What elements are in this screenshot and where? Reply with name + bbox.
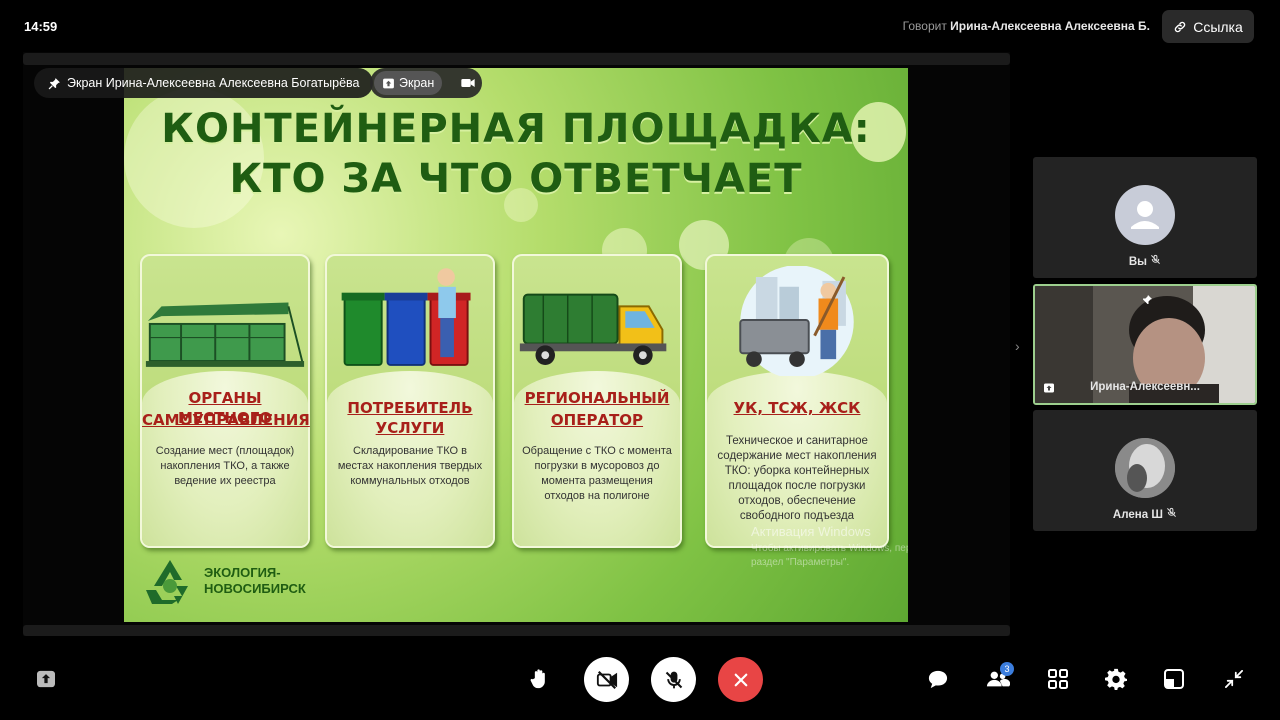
presentation-slide: КОНТЕЙНЕРНАЯ ПЛОЩАДКА: КТО ЗА ЧТО ОТВЕТЧ… <box>124 68 908 622</box>
link-icon <box>1175 21 1186 32</box>
settings-button[interactable] <box>1104 667 1128 691</box>
card-local-government: ОРГАНЫ МЕСТНОГО САМОУПРАВЛЕНИЯ Создание … <box>140 254 310 548</box>
card-description: Техническое и санитарное содержание мест… <box>717 435 877 522</box>
slide-title-line-1: КОНТЕЙНЕРНАЯ ПЛОЩАДКА: <box>161 106 871 152</box>
participant-tile-presenter[interactable]: Ирина-Алексеевн... <box>1033 284 1257 405</box>
brand-logo: ЭКОЛОГИЯ- НОВОСИБИРСК <box>142 556 306 606</box>
participants-count-badge: 3 <box>1000 662 1014 676</box>
speaker-name: Ирина-Алексеевна Алексеевна Б. <box>950 19 1150 33</box>
end-call-button[interactable] <box>718 657 763 702</box>
active-speaker-indicator: Говорит Ирина-Алексеевна Алексеевна Б. <box>903 19 1150 33</box>
card-description: Обращение с ТКО с момента погрузки в мус… <box>522 445 672 502</box>
card-description: Складирование ТКО в местах накопления тв… <box>337 445 483 487</box>
participant-tile-alena[interactable]: Алена Ш <box>1033 410 1257 531</box>
container-shelter-illustration <box>145 302 305 367</box>
camera-off-icon <box>596 670 617 689</box>
toggle-microphone-button[interactable] <box>651 657 696 702</box>
garbage-truck-illustration <box>519 293 667 365</box>
card-description: Создание мест (площадок) накопления ТКО,… <box>155 445 295 487</box>
card-title: УК, ТСЖ, ЖСК <box>733 399 861 417</box>
hand-icon <box>530 669 545 689</box>
screen-view-tab[interactable]: Экран <box>374 71 443 95</box>
card-title-line-2: САМОУПРАВЛЕНИЯ <box>142 411 310 429</box>
screen-share-icon <box>383 78 394 88</box>
card-management-company: УК, ТСЖ, ЖСК Техническое и санитарное со… <box>705 254 889 548</box>
pin-icon <box>1143 295 1152 304</box>
stage-bottom-strip <box>23 625 1010 636</box>
gear-icon <box>1105 668 1127 690</box>
top-bar: 14:59 Говорит Ирина-Алексеевна Алексеевн… <box>0 0 1280 52</box>
pinned-screen-label: Экран Ирина-Алексеевна Алексеевна Богаты… <box>67 76 360 90</box>
layout-grid-button[interactable] <box>1046 667 1070 691</box>
camera-view-icon[interactable] <box>460 75 476 91</box>
grid-icon <box>1048 669 1068 689</box>
slide-title-line-2: КТО ЗА ЧТО ОТВЕТЧАЕТ <box>229 156 803 202</box>
waste-bins-illustration <box>341 268 471 366</box>
pinned-screen-chip[interactable]: Экран Ирина-Алексеевна Алексеевна Богаты… <box>34 68 374 98</box>
raise-hand-button[interactable] <box>527 667 551 691</box>
avatar-photo <box>1115 438 1175 498</box>
mic-muted-icon <box>1167 507 1177 517</box>
brand-name-line-2: НОВОСИБИРСК <box>204 581 306 596</box>
chat-button[interactable] <box>926 667 950 691</box>
card-regional-operator: РЕГИОНАЛЬНЫЙ ОПЕРАТОР Обращение с ТКО с … <box>512 254 682 548</box>
collapse-sidebar-chevron-icon[interactable]: › <box>1015 338 1020 354</box>
copy-link-label: Ссылка <box>1193 18 1243 35</box>
participant-name: Алена Ш <box>1033 507 1257 521</box>
minimize-arrows-icon <box>1225 670 1243 688</box>
screen-view-label: Экран <box>399 76 435 90</box>
mic-muted-icon <box>665 671 682 688</box>
card-title-line-2: ОПЕРАТОР <box>550 411 644 429</box>
clock: 14:59 <box>24 19 58 34</box>
avatar <box>1115 185 1175 245</box>
mic-muted-icon <box>1151 254 1161 264</box>
stage-top-strip <box>23 53 1010 65</box>
screen-share-icon <box>37 670 55 688</box>
brand-name-line-1: ЭКОЛОГИЯ- <box>204 565 281 580</box>
toggle-camera-button[interactable] <box>584 657 629 702</box>
card-title: ПОТРЕБИТЕЛЬ УСЛУГИ <box>347 399 473 437</box>
pin-icon <box>48 77 60 89</box>
avatar <box>1115 438 1175 498</box>
windows-activation-subtext: Чтобы активировать Windows, перейдите в … <box>751 543 908 568</box>
participant-tile-self[interactable]: Вы <box>1033 157 1257 278</box>
participant-name: Ирина-Алексеевн... <box>1090 381 1200 393</box>
share-screen-button[interactable] <box>34 667 58 691</box>
street-cleaner-illustration <box>739 266 854 376</box>
speaker-prefix: Говорит <box>902 19 947 33</box>
participant-name: Вы <box>1033 254 1257 268</box>
view-switcher: Экран <box>370 68 482 98</box>
card-title: РЕГИОНАЛЬНЫЙ <box>524 389 670 407</box>
recycle-logo-icon <box>146 560 188 604</box>
exit-fullscreen-button[interactable] <box>1222 667 1246 691</box>
card-service-consumer: ПОТРЕБИТЕЛЬ УСЛУГИ Складирование ТКО в м… <box>325 254 495 548</box>
windows-activation-watermark: Активация Windows <box>751 524 871 539</box>
close-icon <box>734 673 747 686</box>
user-placeholder-icon <box>1131 201 1159 229</box>
pip-icon <box>1164 669 1184 689</box>
bottom-control-bar <box>0 650 1280 710</box>
picture-in-picture-button[interactable] <box>1162 667 1186 691</box>
copy-link-button[interactable]: Ссылка <box>1162 10 1254 43</box>
chat-icon <box>928 670 948 689</box>
